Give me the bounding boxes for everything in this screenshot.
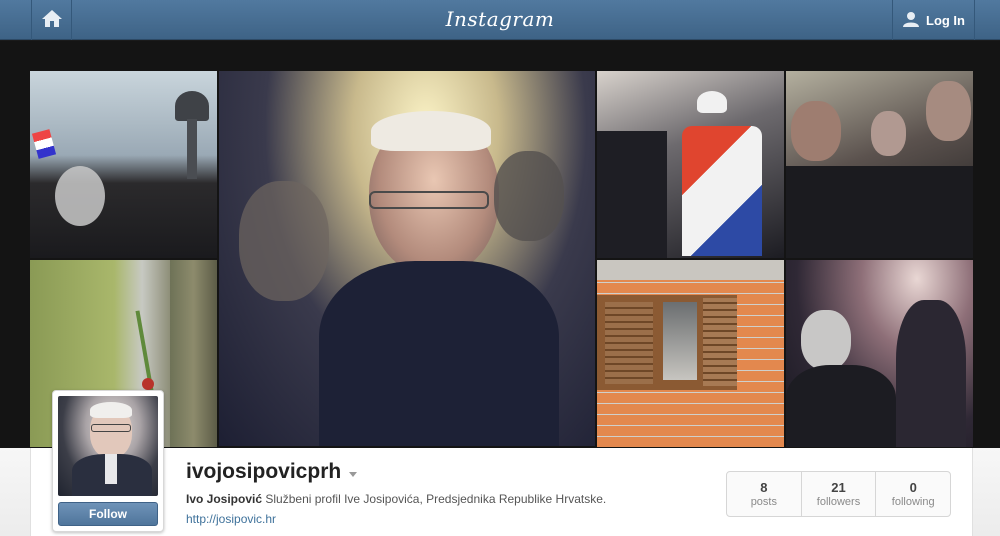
login-label: Log In [926,12,965,28]
follow-button[interactable]: Follow [58,502,158,526]
stat-label: posts [750,496,777,508]
chevron-down-icon[interactable] [349,471,358,477]
stat-value: 0 [909,480,917,495]
instagram-logo: Instagram [445,7,555,31]
photo-thumbnail[interactable] [30,71,217,258]
stat-value: 8 [760,480,768,495]
stat-following[interactable]: 0 following [876,472,950,516]
profile-stats: 8 posts 21 followers 0 following [726,471,951,517]
profile-full-name: Ivo Josipović [186,492,263,506]
photo-thumbnail[interactable] [597,71,784,258]
profile-bio: Ivo Josipović Službeni profil Ive Josipo… [186,492,606,506]
avatar[interactable] [58,396,158,496]
stat-followers[interactable]: 21 followers [802,472,877,516]
user-icon [902,10,920,31]
photo-featured[interactable] [219,71,595,446]
stat-label: followers [816,496,861,508]
stat-posts[interactable]: 8 posts [727,472,802,516]
photo-thumbnail[interactable] [597,260,784,447]
home-button[interactable] [31,0,72,40]
login-button[interactable]: Log In [892,0,975,40]
username-text: ivojosipovicprh [186,460,342,483]
profile-username: ivojosipovicprh [186,460,358,484]
profile-avatar-card: Follow [52,390,164,532]
profile-bio-text: Službeni profil Ive Josipovića, Predsjed… [265,492,607,506]
stat-label: following [891,496,935,508]
top-navigation-bar: Instagram Log In [0,0,1000,40]
home-icon [41,8,63,33]
photo-thumbnail[interactable] [786,71,973,258]
profile-website-link[interactable]: http://josipovic.hr [186,512,276,526]
photo-thumbnail[interactable] [786,260,973,447]
stat-value: 21 [831,480,846,495]
